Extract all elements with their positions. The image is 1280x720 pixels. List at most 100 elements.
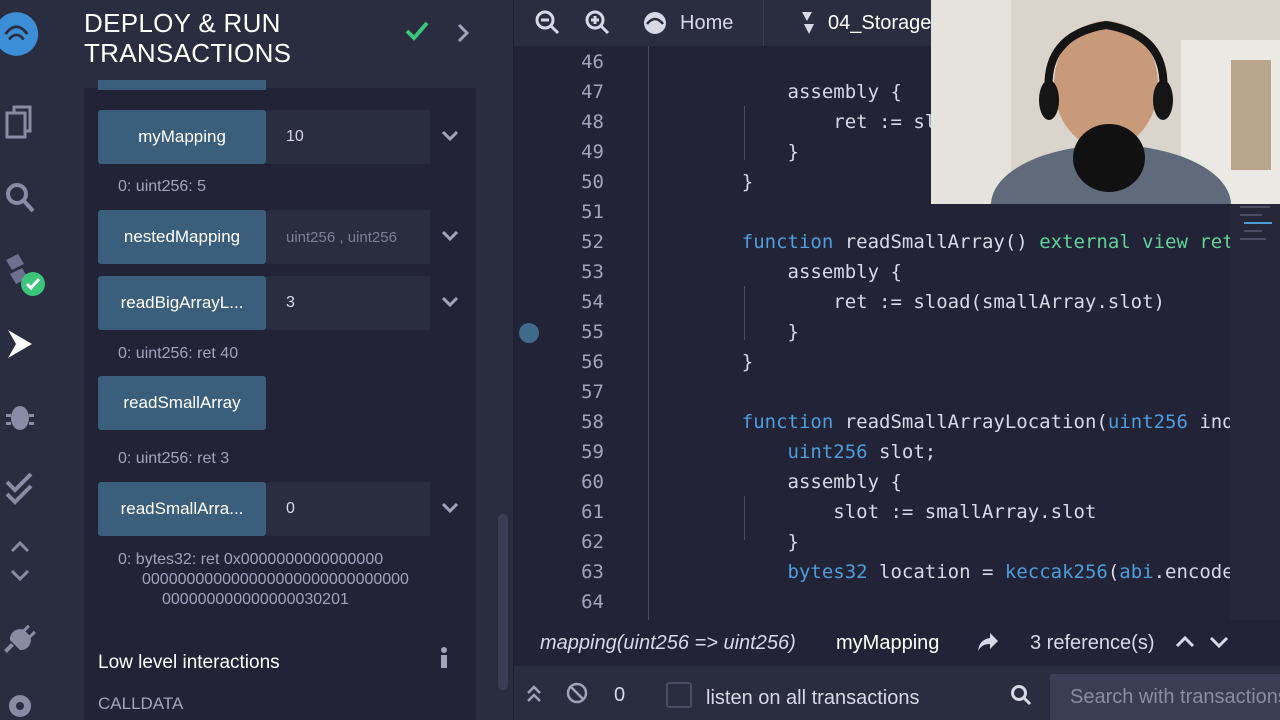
code-line[interactable]: 57 (514, 377, 1230, 407)
code-token: uint256 (787, 441, 868, 463)
chevron-down-icon[interactable] (1208, 632, 1230, 658)
code-token: readSmallArray() (833, 231, 1040, 253)
webcam-overlay (931, 0, 1280, 204)
file-explorer-icon[interactable] (0, 104, 40, 140)
code-token: assembly { (696, 81, 902, 103)
chevron-up-icon[interactable] (1174, 632, 1196, 658)
function-input-myMapping[interactable]: 10 (266, 110, 430, 164)
code-token: ( (1107, 561, 1120, 583)
panel-title-line1: DEPLOY & RUN (84, 8, 281, 38)
listen-label: listen on all transactions (706, 687, 920, 709)
expand-terminal-icon[interactable] (526, 684, 542, 710)
code-line[interactable]: 56 } (514, 347, 1230, 377)
references-count: 3 reference(s) (1030, 631, 1155, 654)
code-token: slot := smallArray.slot (696, 501, 1097, 523)
code-text: slot := smallArray.slot (696, 497, 1096, 527)
chevron-down-icon[interactable] (440, 498, 460, 518)
definition-name[interactable]: myMapping (836, 632, 939, 655)
line-number: 48 (581, 111, 604, 133)
line-number: 51 (581, 201, 604, 223)
listen-checkbox[interactable] (666, 682, 692, 708)
code-token: } (696, 141, 799, 163)
deploy-run-icon[interactable] (0, 326, 40, 362)
code-line[interactable]: 58 function readSmallArrayLocation(uint2… (514, 407, 1230, 437)
scroll-up-icon[interactable] (0, 540, 40, 554)
result-readSmallArrayLocation: 0: bytes32: ret 0x0000000000000000 00000… (118, 550, 409, 610)
scroll-down-icon[interactable] (0, 568, 40, 582)
code-token: } (696, 171, 754, 193)
search-icon[interactable] (0, 180, 40, 216)
chevron-down-icon[interactable] (440, 292, 460, 312)
result-line: 000000000000000000000000000000 (142, 571, 409, 588)
code-line[interactable]: 59 uint256 slot; (514, 437, 1230, 467)
line-number: 56 (581, 351, 604, 373)
function-button-nestedMapping[interactable]: nestedMapping (98, 210, 266, 264)
code-line[interactable]: 53 assembly { (514, 257, 1230, 287)
function-input-readBigArrayLocation[interactable]: 3 (266, 276, 430, 330)
definition-infobar: mapping(uint256 => uint256) myMapping 3 … (514, 620, 1280, 666)
code-token: } (696, 321, 799, 343)
line-number: 53 (581, 261, 604, 283)
terminal-search-input[interactable] (1050, 674, 1280, 720)
code-text: } (696, 347, 753, 377)
function-input-nestedMapping[interactable]: uint256 , uint256 (266, 210, 430, 264)
tab-home-label: Home (680, 11, 734, 34)
code-text: } (696, 167, 753, 197)
tab-file-label: 04_Storage (828, 11, 932, 34)
tab-home[interactable]: Home (642, 0, 765, 46)
result-readSmallArray: 0: uint256: ret 3 (118, 450, 230, 467)
function-button-myMapping[interactable]: myMapping (98, 110, 266, 164)
tests-icon[interactable] (0, 470, 40, 506)
plugin-icon[interactable] (0, 620, 40, 656)
code-text: } (696, 137, 799, 167)
code-token: keccak256 (1004, 561, 1108, 583)
remix-home-icon (644, 12, 666, 34)
panel-title-line2: TRANSACTIONS (84, 38, 292, 68)
function-input-readSmallArrayLocation[interactable]: 0 (266, 482, 430, 536)
panel-title: DEPLOY & RUN TRANSACTIONS (84, 8, 291, 68)
function-button-partial[interactable] (98, 80, 266, 90)
code-line[interactable]: 52 function readSmallArray() external vi… (514, 227, 1230, 257)
calldata-label: CALLDATA (98, 694, 184, 713)
code-line[interactable]: 61 slot := smallArray.slot (514, 497, 1230, 527)
code-line[interactable]: 62 } (514, 527, 1230, 557)
line-number: 47 (581, 81, 604, 103)
go-to-definition-icon[interactable] (976, 630, 1000, 660)
code-token: } (696, 351, 754, 373)
line-number: 60 (581, 471, 604, 493)
clear-console-icon[interactable] (566, 682, 588, 710)
code-text: ret := sload(smallArray.slot) (696, 287, 1165, 317)
chevron-down-icon[interactable] (440, 226, 460, 246)
code-text: assembly { (696, 77, 902, 107)
code-line[interactable]: 55 } (514, 317, 1230, 347)
code-text: } (696, 317, 799, 347)
result-line: 000000000000000030201 (162, 591, 349, 608)
code-line[interactable]: 64 (514, 587, 1230, 617)
code-text: assembly { (696, 467, 902, 497)
pending-tx-count: 0 (614, 684, 626, 706)
function-button-readSmallArrayLocation[interactable]: readSmallArra... (98, 482, 266, 536)
chevron-right-icon[interactable] (456, 22, 470, 49)
code-token: assembly { (696, 261, 902, 283)
code-token: inde (1199, 411, 1230, 433)
info-icon[interactable] (438, 646, 450, 675)
remix-logo-icon[interactable] (0, 4, 40, 64)
low-level-title: Low level interactions (98, 652, 280, 673)
code-line[interactable]: 60 assembly { (514, 467, 1230, 497)
zoom-in-icon[interactable] (584, 8, 610, 41)
compiler-icon[interactable] (0, 250, 50, 298)
code-line[interactable]: 63 bytes32 location = keccak256(abi.enco… (514, 557, 1230, 587)
function-button-readBigArrayLocation[interactable]: readBigArrayL... (98, 276, 266, 330)
tab-file[interactable]: 04_Storage (798, 0, 931, 46)
chevron-down-icon[interactable] (440, 126, 460, 146)
zoom-out-icon[interactable] (534, 8, 560, 41)
code-line[interactable]: 54 ret := sload(smallArray.slot) (514, 287, 1230, 317)
debugger-icon[interactable] (0, 398, 40, 434)
line-number: 50 (581, 171, 604, 193)
settings-icon[interactable] (0, 690, 40, 720)
code-text: assembly { (696, 257, 902, 287)
function-button-readSmallArray[interactable]: readSmallArray (98, 376, 266, 430)
code-token: ret := sload(smallArray.slot) (696, 291, 1165, 313)
panel-scrollbar[interactable] (498, 514, 508, 690)
